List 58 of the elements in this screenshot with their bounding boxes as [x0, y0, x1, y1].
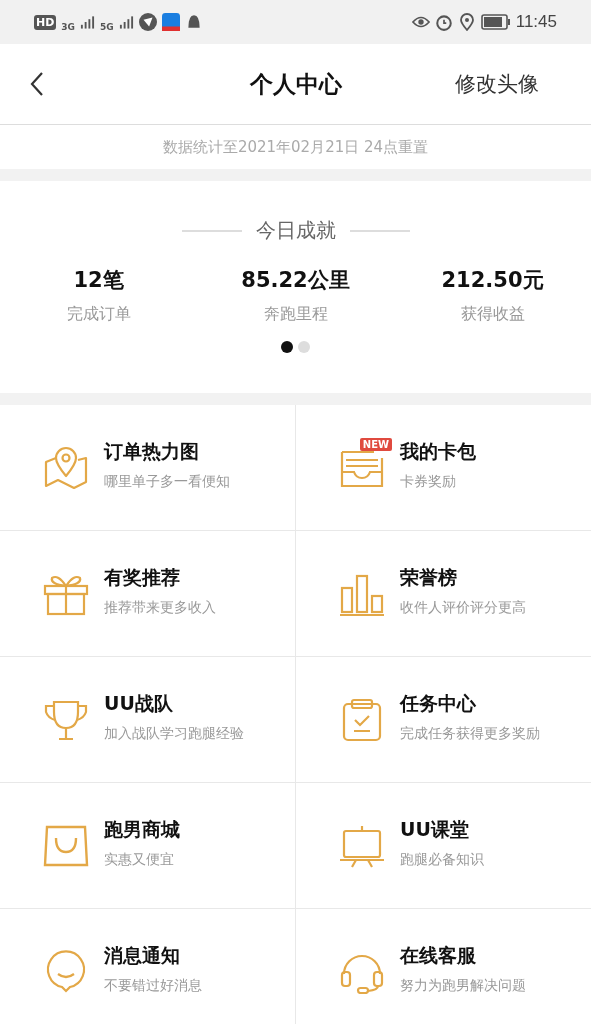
- network-label: HD: [34, 14, 57, 30]
- menu-title: 我的卡包: [400, 438, 476, 464]
- alarm-icon: [434, 13, 453, 31]
- easel-board-icon: [338, 823, 386, 868]
- menu-subtitle: 跑腿必备知识: [400, 850, 484, 869]
- stat-label: 获得收益: [460, 304, 525, 325]
- app-icon: [138, 13, 157, 31]
- menu-item[interactable]: UU战队 加入战队学习跑腿经验: [0, 657, 295, 782]
- menu-item[interactable]: NEW 我的卡包 卡券奖励: [296, 405, 591, 530]
- menu-subtitle: 实惠又便宜: [104, 850, 175, 869]
- stat-value: 12笔: [73, 267, 124, 294]
- menu-item[interactable]: 任务中心 完成任务获得更多奖励: [296, 657, 591, 782]
- menu-title: 订单热力图: [104, 438, 200, 464]
- new-badge: NEW: [359, 437, 392, 451]
- network-label: 3G: [61, 22, 75, 32]
- menu-item[interactable]: 荣誉榜 收件人评价评分更高: [296, 531, 591, 656]
- menu-subtitle: 加入战队学习跑腿经验: [104, 724, 244, 743]
- battery-icon: [480, 14, 511, 30]
- menu-item[interactable]: 消息通知 不要错过好消息: [0, 909, 295, 1024]
- menu-subtitle: 努力为跑男解决问题: [400, 976, 526, 995]
- stat-value: 85.22公里: [241, 267, 350, 294]
- page-title: 个人中心: [249, 69, 342, 99]
- app-icon: [161, 13, 180, 31]
- back-icon[interactable]: [30, 71, 44, 97]
- menu-title: 跑男商城: [104, 816, 180, 842]
- menu-title: UU课堂: [400, 816, 470, 842]
- menu-subtitle: 卡券奖励: [400, 472, 457, 491]
- menu-item[interactable]: UU课堂 跑腿必备知识: [296, 783, 591, 908]
- stat-label: 完成订单: [66, 304, 131, 325]
- network-label: 5G: [100, 22, 114, 32]
- stat-value: 212.50元: [441, 267, 544, 294]
- menu-title: 在线客服: [400, 942, 477, 968]
- stat-label: 奔跑里程: [263, 304, 328, 325]
- menu-title: 消息通知: [104, 942, 181, 968]
- menu-item[interactable]: 订单热力图 哪里单子多一看便知: [0, 405, 295, 530]
- menu-subtitle: 完成任务获得更多奖励: [400, 724, 540, 743]
- menu-title: 有奖推荐: [104, 564, 181, 590]
- menu-title: UU战队: [104, 690, 174, 716]
- location-icon: [457, 13, 476, 31]
- menu-title: 荣誉榜: [400, 564, 458, 590]
- menu-subtitle: 推荐带来更多收入: [104, 598, 216, 617]
- section-title: 今日成就: [255, 217, 336, 244]
- page-dot[interactable]: [298, 341, 310, 353]
- signal-icon: [118, 15, 134, 29]
- menu-item[interactable]: 有奖推荐 推荐带来更多收入: [0, 531, 295, 656]
- menu-subtitle: 哪里单子多一看便知: [104, 472, 230, 491]
- signal-icon: [80, 15, 95, 29]
- clock-time: 11:45: [515, 12, 557, 32]
- menu-subtitle: 收件人评价评分更高: [400, 598, 526, 617]
- edit-avatar-link[interactable]: 修改头像: [455, 70, 539, 98]
- notice-text: 数据统计至2021年02月21日 24点重置: [162, 137, 429, 157]
- menu-subtitle: 不要错过好消息: [104, 976, 202, 995]
- menu-title: 任务中心: [400, 690, 477, 716]
- map-pin-icon: [42, 445, 90, 490]
- page-dot[interactable]: [281, 341, 293, 353]
- menu-item[interactable]: 跑男商城 实惠又便宜: [0, 783, 295, 908]
- shopping-bag-icon: [42, 823, 90, 868]
- menu-item[interactable]: 在线客服 努力为跑男解决问题: [296, 909, 591, 1024]
